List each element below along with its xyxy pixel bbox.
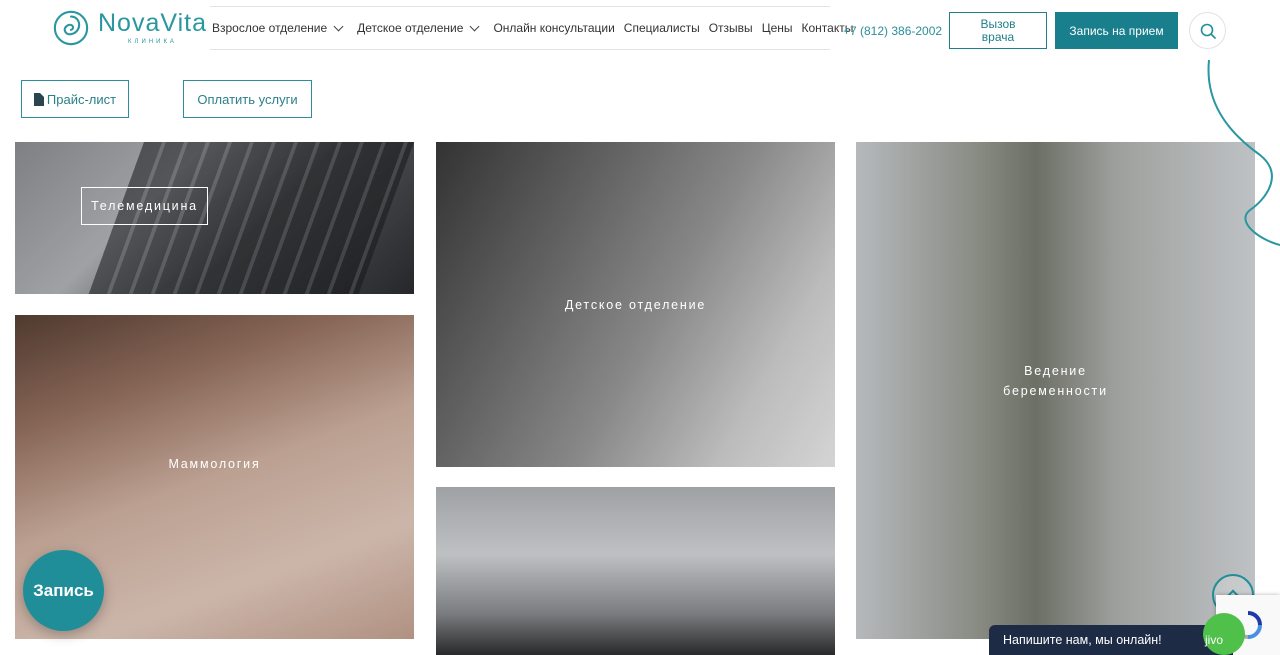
- tile-pregnancy[interactable]: Ведение беременности: [856, 142, 1255, 639]
- book-appointment-button[interactable]: Запись на прием: [1055, 12, 1178, 49]
- price-list-label: Прайс-лист: [46, 91, 117, 107]
- tile-label-pregnancy: Ведение беременности: [1003, 361, 1108, 401]
- nav-item-adult[interactable]: Взрослое отделение: [212, 21, 348, 35]
- nav-item-label: Детское отделение: [357, 21, 464, 35]
- call-doctor-button[interactable]: Вызов врача: [949, 12, 1047, 49]
- nav-item-label: Цены: [761, 21, 793, 35]
- main-nav: Взрослое отделение Детское отделение Онл…: [210, 6, 853, 50]
- nav-item-specialists[interactable]: Специалисты: [624, 21, 700, 35]
- logo[interactable]: NovaVita КЛИНИКА: [52, 9, 207, 47]
- pay-services-button[interactable]: Оплатить услуги: [183, 80, 312, 118]
- tile-label-children: Детское отделение: [564, 297, 707, 312]
- logo-name: NovaVita: [98, 9, 207, 37]
- tile-overlay: [436, 487, 835, 655]
- logo-subtitle: КЛИНИКА: [128, 39, 177, 45]
- price-list-button[interactable]: Прайс-лист: [21, 80, 129, 118]
- phone-link[interactable]: +7 (812) 386-2002: [843, 24, 942, 38]
- nav-item-children[interactable]: Детское отделение: [357, 21, 484, 35]
- nav-item-online[interactable]: Онлайн консультации: [493, 21, 614, 35]
- chat-brand: jivo: [1204, 633, 1223, 647]
- nav-item-label: Онлайн консультации: [493, 21, 615, 35]
- chat-widget[interactable]: Напишите нам, мы онлайн! jivo: [989, 613, 1245, 655]
- search-icon: [1200, 23, 1216, 39]
- booking-fab-button[interactable]: Запись: [23, 550, 104, 631]
- nav-item-reviews[interactable]: Отзывы: [709, 21, 753, 35]
- search-button[interactable]: [1189, 12, 1226, 49]
- call-doctor-line2: врача: [981, 29, 1015, 44]
- logo-swirl-icon: [53, 10, 89, 46]
- call-doctor-line1: Вызов: [980, 16, 1016, 31]
- tile-label-mammology: Маммология: [168, 456, 261, 471]
- nav-item-label: Отзывы: [708, 21, 753, 35]
- nav-item-label: Специалисты: [623, 21, 700, 35]
- chevron-down-icon: [333, 21, 344, 31]
- tile-children[interactable]: Детское отделение: [436, 142, 835, 467]
- chat-label: Напишите нам, мы онлайн!: [1003, 633, 1162, 647]
- document-icon: [33, 92, 44, 106]
- pregnancy-line1: Ведение: [1024, 363, 1087, 378]
- tile-telemedicine[interactable]: Телемедицина: [15, 142, 414, 294]
- tile-partial[interactable]: [436, 487, 835, 655]
- nav-item-prices[interactable]: Цены: [762, 21, 793, 35]
- tile-label-telemedicine: Телемедицина: [81, 187, 208, 225]
- nav-item-label: Взрослое отделение: [212, 21, 328, 35]
- tile-overlay: [15, 142, 414, 294]
- page: NovaVita КЛИНИКА Взрослое отделение Детс…: [0, 0, 1280, 655]
- chevron-down-icon: [469, 21, 480, 31]
- pregnancy-line2: беременности: [1003, 383, 1108, 398]
